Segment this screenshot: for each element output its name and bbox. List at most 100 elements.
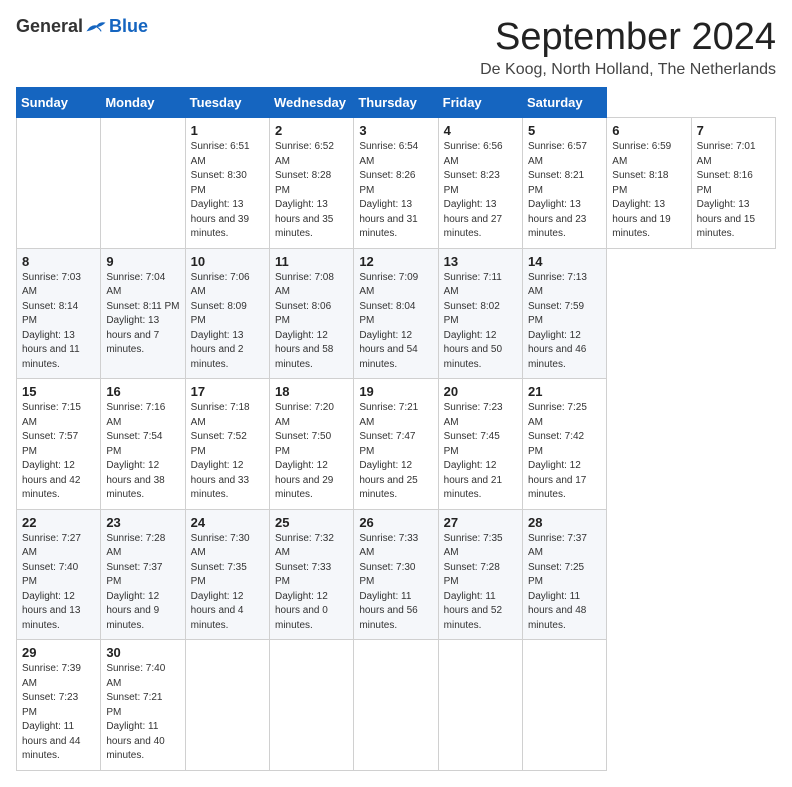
table-row: 11Sunrise: 7:08 AMSunset: 8:06 PMDayligh… bbox=[269, 248, 353, 379]
month-title: September 2024 bbox=[480, 16, 776, 59]
table-row: 1 Sunrise: 6:51 AMSunset: 8:30 PMDaylight… bbox=[185, 118, 269, 249]
table-row: 20Sunrise: 7:23 AMSunset: 7:45 PMDayligh… bbox=[438, 379, 522, 510]
day-info: Sunrise: 7:27 AMSunset: 7:40 PMDaylight:… bbox=[22, 532, 95, 634]
day-number: 25 bbox=[275, 515, 348, 530]
table-row bbox=[101, 118, 185, 249]
day-info: Sunrise: 6:56 AMSunset: 8:23 PMDaylight:… bbox=[444, 140, 517, 242]
day-info: Sunrise: 6:57 AMSunset: 8:21 PMDaylight:… bbox=[528, 140, 601, 242]
day-number: 21 bbox=[528, 384, 601, 399]
calendar-week-row: 15Sunrise: 7:15 AMSunset: 7:57 PMDayligh… bbox=[17, 379, 776, 510]
day-info: Sunrise: 7:04 AMSunset: 8:11 PMDaylight:… bbox=[106, 271, 179, 358]
table-row: 18 Sunrise: 7:20 AMSunset: 7:50 PMDayligh… bbox=[269, 379, 353, 510]
table-row bbox=[17, 118, 101, 249]
day-info: Sunrise: 7:03 AMSunset: 8:14 PMDaylight:… bbox=[22, 271, 95, 373]
calendar-table: Sunday Monday Tuesday Wednesday Thursday… bbox=[16, 87, 776, 771]
header-tuesday: Tuesday bbox=[185, 88, 269, 118]
day-info: Sunrise: 6:59 AMSunset: 8:18 PMDaylight:… bbox=[612, 140, 685, 242]
day-number: 2 bbox=[275, 123, 348, 138]
day-info: Sunrise: 7:13 AMSunset: 7:59 PMDaylight:… bbox=[528, 271, 601, 373]
table-row: 14 Sunrise: 7:13 AMSunset: 7:59 PMDayligh… bbox=[522, 248, 606, 379]
day-info: Sunrise: 7:09 AMSunset: 8:04 PMDaylight:… bbox=[359, 271, 432, 373]
day-number: 19 bbox=[359, 384, 432, 399]
logo-bird-icon bbox=[85, 18, 107, 36]
day-info: Sunrise: 7:39 AMSunset: 7:23 PMDaylight:… bbox=[22, 662, 95, 764]
header-saturday: Saturday bbox=[522, 88, 606, 118]
table-row: 12 Sunrise: 7:09 AMSunset: 8:04 PMDayligh… bbox=[354, 248, 438, 379]
table-row: 25Sunrise: 7:32 AMSunset: 7:33 PMDayligh… bbox=[269, 509, 353, 640]
day-info: Sunrise: 7:21 AMSunset: 7:47 PMDaylight:… bbox=[359, 401, 432, 503]
day-info: Sunrise: 7:08 AMSunset: 8:06 PMDaylight:… bbox=[275, 271, 348, 373]
table-row bbox=[438, 640, 522, 771]
table-row: 15Sunrise: 7:15 AMSunset: 7:57 PMDayligh… bbox=[17, 379, 101, 510]
header-sunday: Sunday bbox=[17, 88, 101, 118]
table-row: 26 Sunrise: 7:33 AMSunset: 7:30 PMDayligh… bbox=[354, 509, 438, 640]
day-number: 1 bbox=[191, 123, 264, 138]
day-number: 13 bbox=[444, 254, 517, 269]
day-number: 8 bbox=[22, 254, 95, 269]
day-info: Sunrise: 7:30 AMSunset: 7:35 PMDaylight:… bbox=[191, 532, 264, 634]
day-number: 24 bbox=[191, 515, 264, 530]
table-row bbox=[354, 640, 438, 771]
table-row bbox=[522, 640, 606, 771]
day-info: Sunrise: 7:18 AMSunset: 7:52 PMDaylight:… bbox=[191, 401, 264, 503]
table-row: 29 Sunrise: 7:39 AMSunset: 7:23 PMDayligh… bbox=[17, 640, 101, 771]
day-info: Sunrise: 7:37 AMSunset: 7:25 PMDaylight:… bbox=[528, 532, 601, 634]
table-row bbox=[269, 640, 353, 771]
header-thursday: Thursday bbox=[354, 88, 438, 118]
calendar-week-row: 1 Sunrise: 6:51 AMSunset: 8:30 PMDaylight… bbox=[17, 118, 776, 249]
table-row: 5 Sunrise: 6:57 AMSunset: 8:21 PMDaylight… bbox=[522, 118, 606, 249]
table-row: 22Sunrise: 7:27 AMSunset: 7:40 PMDayligh… bbox=[17, 509, 101, 640]
table-row: 4 Sunrise: 6:56 AMSunset: 8:23 PMDaylight… bbox=[438, 118, 522, 249]
table-row: 21 Sunrise: 7:25 AMSunset: 7:42 PMDayligh… bbox=[522, 379, 606, 510]
day-info: Sunrise: 7:25 AMSunset: 7:42 PMDaylight:… bbox=[528, 401, 601, 503]
table-row: 2Sunrise: 6:52 AMSunset: 8:28 PMDaylight… bbox=[269, 118, 353, 249]
day-number: 29 bbox=[22, 645, 95, 660]
logo-blue-text: Blue bbox=[109, 16, 148, 37]
day-info: Sunrise: 7:28 AMSunset: 7:37 PMDaylight:… bbox=[106, 532, 179, 634]
day-number: 3 bbox=[359, 123, 432, 138]
day-number: 23 bbox=[106, 515, 179, 530]
day-number: 28 bbox=[528, 515, 601, 530]
day-number: 5 bbox=[528, 123, 601, 138]
day-number: 14 bbox=[528, 254, 601, 269]
header-wednesday: Wednesday bbox=[269, 88, 353, 118]
day-info: Sunrise: 7:06 AMSunset: 8:09 PMDaylight:… bbox=[191, 271, 264, 373]
header-friday: Friday bbox=[438, 88, 522, 118]
table-row: 17 Sunrise: 7:18 AMSunset: 7:52 PMDayligh… bbox=[185, 379, 269, 510]
table-row: 3 Sunrise: 6:54 AMSunset: 8:26 PMDaylight… bbox=[354, 118, 438, 249]
day-info: Sunrise: 6:51 AMSunset: 8:30 PMDaylight:… bbox=[191, 140, 264, 242]
table-row: 30 Sunrise: 7:40 AMSunset: 7:21 PMDayligh… bbox=[101, 640, 185, 771]
day-number: 12 bbox=[359, 254, 432, 269]
day-number: 7 bbox=[697, 123, 770, 138]
day-info: Sunrise: 7:23 AMSunset: 7:45 PMDaylight:… bbox=[444, 401, 517, 503]
day-number: 4 bbox=[444, 123, 517, 138]
day-info: Sunrise: 7:20 AMSunset: 7:50 PMDaylight:… bbox=[275, 401, 348, 503]
day-info: Sunrise: 7:16 AMSunset: 7:54 PMDaylight:… bbox=[106, 401, 179, 503]
table-row: 24 Sunrise: 7:30 AMSunset: 7:35 PMDayligh… bbox=[185, 509, 269, 640]
day-number: 26 bbox=[359, 515, 432, 530]
day-info: Sunrise: 7:01 AMSunset: 8:16 PMDaylight:… bbox=[697, 140, 770, 242]
day-number: 15 bbox=[22, 384, 95, 399]
page-header: General Blue September 2024 De Koog, Nor… bbox=[16, 16, 776, 79]
day-number: 9 bbox=[106, 254, 179, 269]
table-row: 9 Sunrise: 7:04 AMSunset: 8:11 PMDaylight… bbox=[101, 248, 185, 379]
day-number: 30 bbox=[106, 645, 179, 660]
day-number: 16 bbox=[106, 384, 179, 399]
calendar-week-row: 22Sunrise: 7:27 AMSunset: 7:40 PMDayligh… bbox=[17, 509, 776, 640]
table-row: 28 Sunrise: 7:37 AMSunset: 7:25 PMDayligh… bbox=[522, 509, 606, 640]
day-number: 17 bbox=[191, 384, 264, 399]
calendar-week-row: 8 Sunrise: 7:03 AMSunset: 8:14 PMDaylight… bbox=[17, 248, 776, 379]
location-subtitle: De Koog, North Holland, The Netherlands bbox=[480, 61, 776, 79]
day-info: Sunrise: 7:40 AMSunset: 7:21 PMDaylight:… bbox=[106, 662, 179, 764]
day-info: Sunrise: 7:33 AMSunset: 7:30 PMDaylight:… bbox=[359, 532, 432, 634]
title-area: September 2024 De Koog, North Holland, T… bbox=[480, 16, 776, 79]
table-row: 7 Sunrise: 7:01 AMSunset: 8:16 PMDaylight… bbox=[691, 118, 775, 249]
day-number: 18 bbox=[275, 384, 348, 399]
table-row: 23 Sunrise: 7:28 AMSunset: 7:37 PMDayligh… bbox=[101, 509, 185, 640]
day-info: Sunrise: 6:54 AMSunset: 8:26 PMDaylight:… bbox=[359, 140, 432, 242]
logo-general-text: General bbox=[16, 16, 83, 37]
day-info: Sunrise: 7:35 AMSunset: 7:28 PMDaylight:… bbox=[444, 532, 517, 634]
header-monday: Monday bbox=[101, 88, 185, 118]
logo: General Blue bbox=[16, 16, 148, 37]
day-number: 27 bbox=[444, 515, 517, 530]
